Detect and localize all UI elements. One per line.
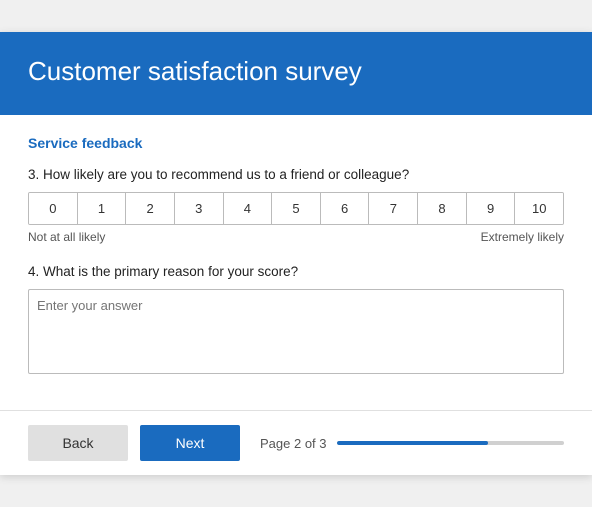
question-4: 4. What is the primary reason for your s… [28,264,564,374]
rating-cell-3[interactable]: 3 [175,193,224,224]
rating-low-label: Not at all likely [28,230,105,244]
rating-cell-0[interactable]: 0 [29,193,78,224]
rating-cell-5[interactable]: 5 [272,193,321,224]
back-button[interactable]: Back [28,425,128,461]
survey-footer: Back Next Page 2 of 3 [0,410,592,475]
answer-container [28,289,564,374]
survey-header: Customer satisfaction survey [0,32,592,115]
survey-body: Service feedback 3. How likely are you t… [0,115,592,410]
rating-cell-6[interactable]: 6 [321,193,370,224]
rating-cell-2[interactable]: 2 [126,193,175,224]
rating-high-label: Extremely likely [481,230,564,244]
question-3-label: 3. How likely are you to recommend us to… [28,167,564,182]
rating-cell-7[interactable]: 7 [369,193,418,224]
survey-title: Customer satisfaction survey [28,56,564,87]
rating-cell-1[interactable]: 1 [78,193,127,224]
rating-scale: 012345678910 [28,192,564,225]
rating-cell-9[interactable]: 9 [467,193,516,224]
progress-bar-fill [337,441,489,445]
rating-cell-8[interactable]: 8 [418,193,467,224]
rating-cell-10[interactable]: 10 [515,193,563,224]
answer-textarea[interactable] [37,298,555,362]
survey-container: Customer satisfaction survey Service fee… [0,32,592,475]
rating-cell-4[interactable]: 4 [224,193,273,224]
next-button[interactable]: Next [140,425,240,461]
rating-labels: Not at all likely Extremely likely [28,230,564,244]
pagination: Page 2 of 3 [260,436,564,451]
question-4-label: 4. What is the primary reason for your s… [28,264,564,279]
page-label: Page 2 of 3 [260,436,327,451]
progress-bar-track [337,441,565,445]
section-title: Service feedback [28,135,564,151]
question-3: 3. How likely are you to recommend us to… [28,167,564,244]
